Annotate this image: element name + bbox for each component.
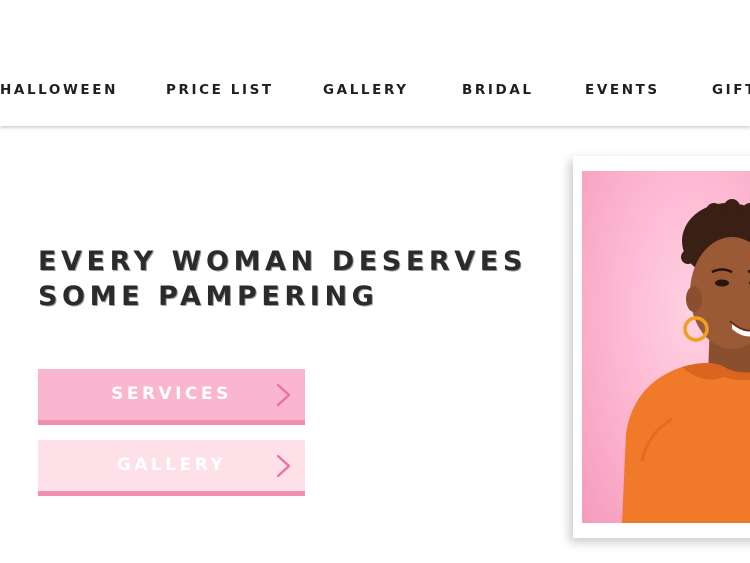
gallery-button-underline (38, 491, 305, 496)
services-button[interactable]: SERVICES (38, 369, 305, 425)
hero-headline-line-1: EVERY WOMAN DESERVES (38, 246, 527, 277)
nav-item-halloween[interactable]: HALLOWEEN (0, 82, 118, 98)
nav-item-events[interactable]: EVENTS (585, 82, 660, 98)
nav-item-gift[interactable]: GIFT (712, 82, 750, 98)
hero-photo-frame (573, 156, 750, 538)
gallery-chevron-right-icon (273, 454, 295, 478)
services-chevron-right-icon (273, 383, 295, 407)
nav-item-bridal[interactable]: BRIDAL (462, 82, 534, 98)
main-nav: HALLOWEEN PRICE LIST GALLERY BRIDAL EVEN… (0, 82, 750, 100)
gallery-button-label: GALLERY (116, 455, 227, 475)
hero-photo (582, 171, 750, 523)
hero-headline-line-2: SOME PAMPERING (38, 281, 379, 312)
nav-item-price-list[interactable]: PRICE LIST (166, 82, 274, 98)
gallery-button[interactable]: GALLERY (38, 440, 305, 496)
woman-portrait-illustration (622, 199, 750, 523)
services-button-underline (38, 420, 305, 425)
nav-item-gallery[interactable]: GALLERY (323, 82, 409, 98)
services-button-label: SERVICES (111, 384, 232, 404)
hero-headline: EVERY WOMAN DESERVES SOME PAMPERING (38, 244, 558, 314)
site-header: HALLOWEEN PRICE LIST GALLERY BRIDAL EVEN… (0, 0, 750, 126)
